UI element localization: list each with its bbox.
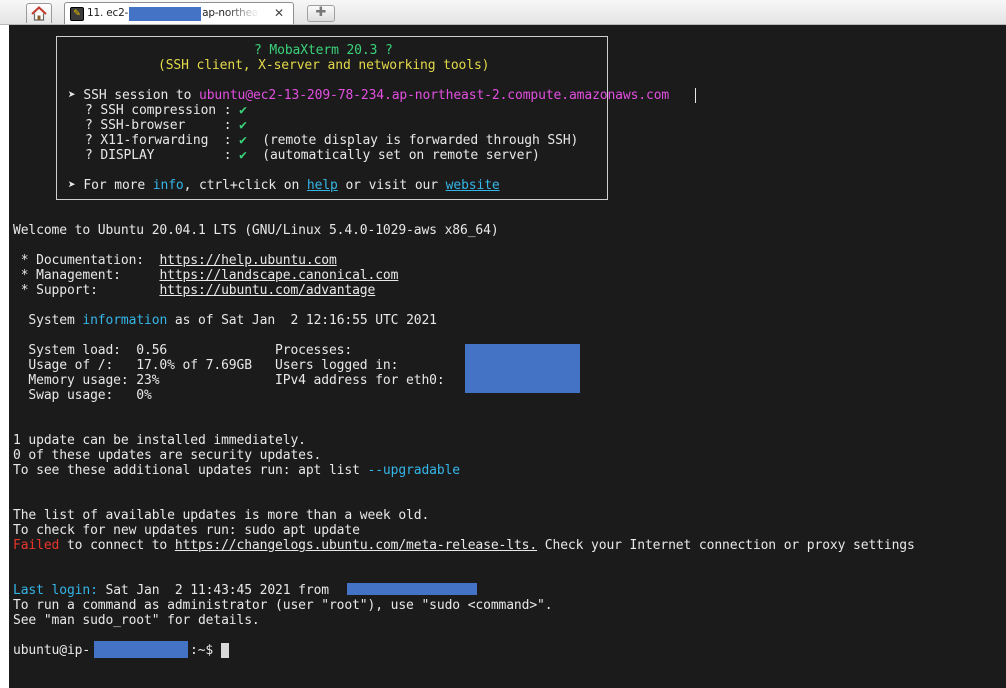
information-word: information: [82, 313, 168, 328]
feature-display: ? DISPLAY : ✔ (automatically set on remo…: [85, 148, 540, 163]
documentation-link[interactable]: https://help.ubuntu.com: [159, 253, 336, 268]
support-line: * Support: https://ubuntu.com/advantage: [13, 283, 376, 298]
new-tab-button[interactable]: ✚: [307, 5, 335, 22]
documentation-line: * Documentation: https://help.ubuntu.com: [13, 253, 337, 268]
shell-prompt-user: ubuntu@ip-: [13, 643, 91, 658]
website-link[interactable]: website: [446, 178, 500, 193]
sudo-root-line: See "man sudo_root" for details.: [13, 613, 260, 628]
check-icon: ✔: [239, 133, 247, 148]
check-icon: ✔: [239, 118, 247, 133]
stats-line: Memory usage: 23% IPv4 address for eth0:: [13, 373, 445, 388]
text-caret: [695, 88, 696, 103]
welcome-line: Welcome to Ubuntu 20.04.1 LTS (GNU/Linux…: [13, 223, 499, 238]
ssh-session-line: ➤ SSH session to ubuntu@ec2-13-209-78-23…: [68, 88, 670, 103]
check-updates-line: To check for new updates run: sudo apt u…: [13, 523, 360, 538]
tab-bar: ✎ 11. ec2-ap-northeast ✕ ✚: [0, 0, 1006, 25]
wrench-icon: ✎: [70, 7, 84, 21]
support-link[interactable]: https://ubuntu.com/advantage: [159, 283, 375, 298]
more-info-line: ➤ For more info, ctrl+click on help or v…: [68, 178, 500, 193]
shell-prompt-suffix: :~$: [190, 643, 214, 658]
feature-ssh-compression: ? SSH compression : ✔: [85, 103, 247, 118]
management-link[interactable]: https://landscape.canonical.com: [159, 268, 398, 283]
stats-line: System load: 0.56 Processes:: [13, 343, 353, 358]
last-login-label: Last login:: [13, 583, 98, 598]
stats-line: Swap usage: 0%: [13, 388, 152, 403]
upgradable-flag: --upgradable: [367, 463, 461, 478]
close-tab-icon[interactable]: ✕: [274, 6, 284, 20]
feature-x11-forwarding: ? X11-forwarding : ✔ (remote display is …: [85, 133, 579, 148]
redacted-block: [129, 7, 201, 21]
session-user: ubuntu: [199, 88, 246, 103]
info-word: info: [152, 178, 184, 193]
terminal-cursor[interactable]: [221, 643, 229, 658]
redacted-block: [465, 344, 580, 393]
update-line: 1 update can be installed immediately.: [13, 433, 306, 448]
banner-subtitle: (SSH client, X-server and networking too…: [158, 58, 490, 73]
home-button[interactable]: [26, 3, 52, 23]
apt-list-line: To see these additional updates run: apt…: [13, 463, 460, 478]
update-line: 0 of these updates are security updates.: [13, 448, 322, 463]
system-info-line: System information as of Sat Jan 2 12:16…: [13, 313, 437, 328]
plus-icon: ✚: [315, 5, 327, 20]
old-list-line: The list of available updates is more th…: [13, 508, 430, 523]
failed-connect-line: Failed to connect to https://changelogs.…: [13, 538, 915, 553]
management-line: * Management: https://landscape.canonica…: [13, 268, 399, 283]
redacted-block: [94, 641, 188, 658]
last-login-line: Last login: Sat Jan 2 11:43:45 2021 from: [13, 583, 337, 598]
help-link[interactable]: help: [307, 178, 338, 193]
home-icon: [31, 6, 47, 21]
tab-title-number: 11. ec2-: [87, 7, 129, 19]
sudo-hint-line: To run a command as administrator (user …: [13, 598, 553, 613]
stats-line: Usage of /: 17.0% of 7.69GB Users logged…: [13, 358, 399, 373]
check-icon: ✔: [239, 148, 247, 163]
session-host: @ec2-13-209-78-234.ap-northeast-2.comput…: [245, 88, 670, 103]
banner-title: ? MobaXterm 20.3 ?: [254, 43, 393, 58]
failed-word: Failed: [13, 538, 60, 553]
redacted-block: [347, 583, 477, 595]
check-icon: ✔: [239, 103, 247, 118]
feature-ssh-browser: ? SSH-browser : ✔: [85, 118, 247, 133]
changelogs-link[interactable]: https://changelogs.ubuntu.com/meta-relea…: [175, 538, 537, 553]
tab-ssh-session[interactable]: ✎ 11. ec2-ap-northeast ✕: [64, 2, 294, 24]
